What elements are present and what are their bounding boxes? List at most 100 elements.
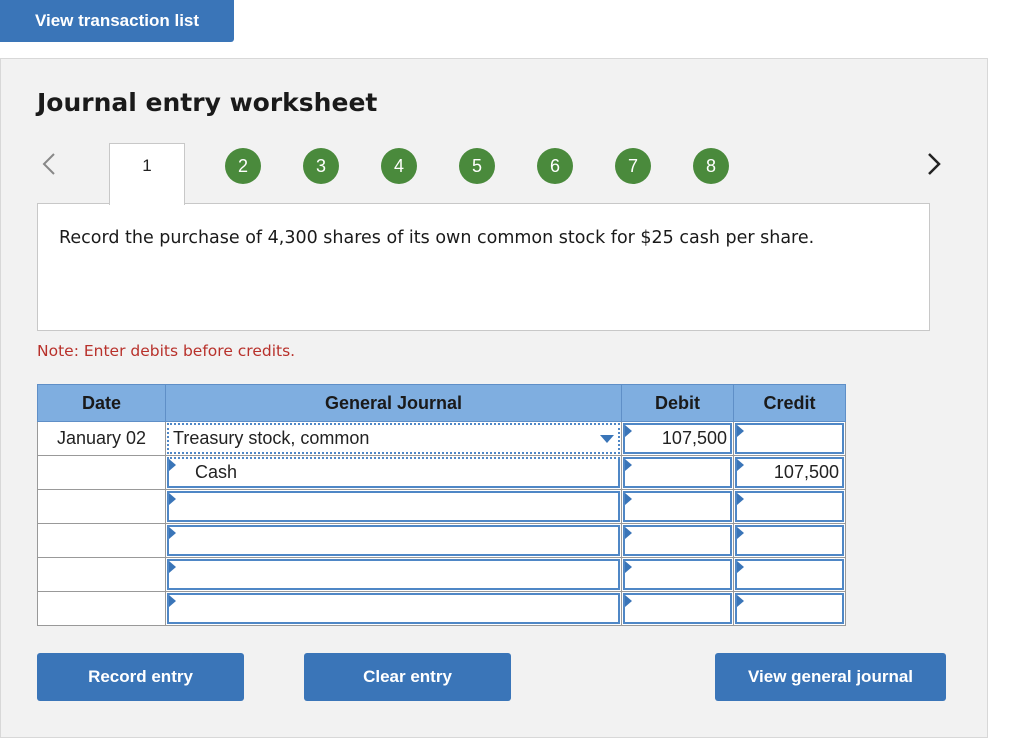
- journal-row: [37, 523, 846, 558]
- flag-icon: [625, 425, 632, 437]
- credit-input[interactable]: [735, 559, 844, 590]
- debit-cell: [621, 591, 734, 626]
- flag-icon: [737, 459, 744, 471]
- date-cell[interactable]: [37, 523, 166, 558]
- debit-input[interactable]: [623, 593, 732, 624]
- flag-icon: [737, 425, 744, 437]
- credit-cell: [733, 591, 846, 626]
- step-label: 4: [393, 155, 404, 176]
- step-8[interactable]: 8: [693, 148, 729, 184]
- step-label: 2: [237, 155, 248, 176]
- credit-input[interactable]: [735, 423, 844, 454]
- credit-input[interactable]: 107,500: [735, 457, 844, 488]
- credit-input[interactable]: [735, 491, 844, 522]
- record-entry-button[interactable]: Record entry: [37, 653, 244, 701]
- debit-header: Debit: [621, 384, 734, 422]
- account-value: Cash: [195, 462, 238, 482]
- step-5[interactable]: 5: [459, 148, 495, 184]
- step-4[interactable]: 4: [381, 148, 417, 184]
- step-label: 7: [627, 155, 638, 176]
- flag-icon: [169, 459, 176, 471]
- step-3[interactable]: 3: [303, 148, 339, 184]
- caret-down-icon[interactable]: [600, 434, 614, 443]
- journal-row: January 02 Treasury stock, common 107,50…: [37, 421, 846, 456]
- journal-row: [37, 591, 846, 626]
- flag-icon: [169, 493, 176, 505]
- credit-input[interactable]: [735, 525, 844, 556]
- flag-icon: [625, 459, 632, 471]
- step-label: 3: [315, 155, 326, 176]
- account-cell: [165, 523, 622, 558]
- account-cell: Cash: [165, 455, 622, 490]
- debit-value: 107,500: [661, 428, 727, 448]
- step-7[interactable]: 7: [615, 148, 651, 184]
- step-label: 8: [705, 155, 716, 176]
- journal-row: Cash 107,500: [37, 455, 846, 490]
- credit-header: Credit: [733, 384, 846, 422]
- next-step-button[interactable]: [922, 150, 946, 178]
- flag-icon: [737, 561, 744, 573]
- clear-entry-button[interactable]: Clear entry: [304, 653, 511, 701]
- date-cell[interactable]: [37, 591, 166, 626]
- flag-icon: [625, 493, 632, 505]
- account-select[interactable]: [167, 559, 620, 590]
- journal-row: [37, 557, 846, 592]
- account-select[interactable]: Treasury stock, common: [167, 423, 620, 454]
- date-cell[interactable]: [37, 557, 166, 592]
- credit-cell: 107,500: [733, 455, 846, 490]
- journal-row: [37, 489, 846, 524]
- prompt-text: Record the purchase of 4,300 shares of i…: [59, 228, 815, 248]
- flag-icon: [169, 595, 176, 607]
- account-select[interactable]: Cash: [167, 457, 620, 488]
- debit-cell: [621, 523, 734, 558]
- flag-icon: [169, 527, 176, 539]
- journal-header-row: Date General Journal Debit Credit: [37, 384, 846, 422]
- date-cell[interactable]: [37, 455, 166, 490]
- flag-icon: [625, 595, 632, 607]
- flag-icon: [737, 527, 744, 539]
- account-select[interactable]: [167, 491, 620, 522]
- step-tab-1[interactable]: 1: [109, 143, 185, 205]
- prev-step-button[interactable]: [37, 150, 61, 178]
- debit-cell: [621, 557, 734, 592]
- debit-input[interactable]: [623, 457, 732, 488]
- credit-cell: [733, 421, 846, 456]
- flag-icon: [737, 595, 744, 607]
- account-header: General Journal: [165, 384, 622, 422]
- credit-cell: [733, 557, 846, 592]
- flag-icon: [169, 561, 176, 573]
- account-value: Treasury stock, common: [173, 428, 370, 448]
- credit-input[interactable]: [735, 593, 844, 624]
- debit-cell: [621, 489, 734, 524]
- debit-cell: 107,500: [621, 421, 734, 456]
- credit-value: 107,500: [773, 462, 839, 482]
- debit-input[interactable]: 107,500: [623, 423, 732, 454]
- date-cell[interactable]: January 02: [37, 421, 166, 456]
- date-cell[interactable]: [37, 489, 166, 524]
- credit-cell: [733, 523, 846, 558]
- chevron-right-icon: [928, 153, 941, 175]
- flag-icon: [625, 527, 632, 539]
- account-select[interactable]: [167, 593, 620, 624]
- debit-cell: [621, 455, 734, 490]
- instruction-note: Note: Enter debits before credits.: [37, 342, 296, 360]
- account-cell: [165, 591, 622, 626]
- account-select[interactable]: [167, 525, 620, 556]
- debit-input[interactable]: [623, 559, 732, 590]
- step-tab-label: 1: [142, 156, 152, 175]
- flag-icon: [737, 493, 744, 505]
- debit-input[interactable]: [623, 491, 732, 522]
- debit-input[interactable]: [623, 525, 732, 556]
- account-cell: [165, 557, 622, 592]
- step-label: 5: [471, 155, 482, 176]
- view-transaction-list-button[interactable]: View transaction list: [0, 0, 234, 42]
- step-2[interactable]: 2: [225, 148, 261, 184]
- credit-cell: [733, 489, 846, 524]
- transaction-prompt: Record the purchase of 4,300 shares of i…: [37, 203, 930, 331]
- flag-icon: [625, 561, 632, 573]
- chevron-left-icon: [42, 153, 55, 175]
- step-label: 6: [549, 155, 560, 176]
- worksheet-title: Journal entry worksheet: [37, 88, 378, 117]
- step-6[interactable]: 6: [537, 148, 573, 184]
- view-general-journal-button[interactable]: View general journal: [715, 653, 946, 701]
